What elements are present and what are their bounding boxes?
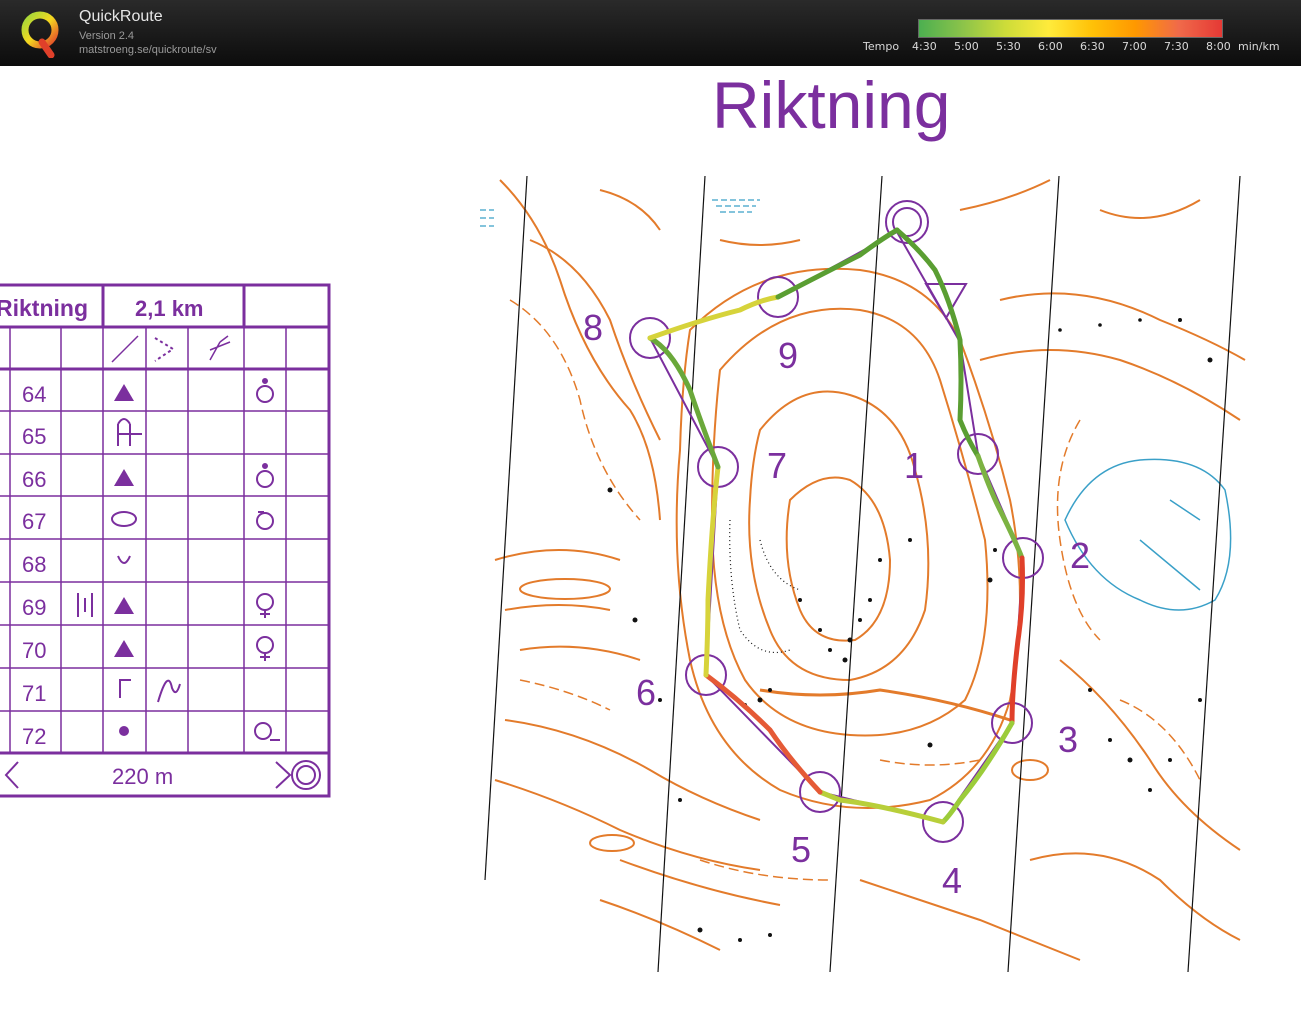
pit-icon	[117, 555, 131, 564]
control-description-sheet	[0, 283, 331, 798]
control-number: 7	[767, 445, 787, 486]
sheet-control-code: 69	[22, 595, 46, 620]
knoll-icon	[114, 469, 134, 486]
app-title: QuickRoute	[79, 8, 163, 25]
control-number: 8	[583, 307, 603, 348]
control-number: 3	[1058, 719, 1078, 760]
sheet-finish-distance: 220 m	[112, 764, 173, 789]
control-number: 6	[636, 672, 656, 713]
sheet-control-code: 71	[22, 681, 46, 706]
tempo-tick: 5:30	[996, 40, 1021, 53]
sheet-control-code: 66	[22, 467, 46, 492]
app-header: QuickRoute Version 2.4 matstroeng.se/qui…	[0, 0, 1301, 66]
control-number: 1	[904, 445, 924, 486]
sheet-course-length: 2,1 km	[135, 296, 204, 321]
quickroute-logo-icon	[21, 11, 59, 58]
sheet-control-code: 70	[22, 638, 46, 663]
tempo-tick: 4:30	[912, 40, 937, 53]
tempo-tick: 5:00	[954, 40, 979, 53]
tempo-scale: Tempo 4:30 5:00 5:30 6:00 6:30 7:00 7:30…	[860, 18, 1290, 60]
sheet-control-code: 65	[22, 424, 46, 449]
tempo-tick: 6:30	[1080, 40, 1105, 53]
app-url: matstroeng.se/quickroute/sv	[79, 44, 217, 56]
sheet-course-name: Riktning	[0, 295, 88, 321]
orienteering-map[interactable]: Riktning Riktning 2,1 km 220 m 64 65 66 …	[0, 66, 1301, 1027]
map-area: 1 2 3 4 5 6 7 8 9	[480, 175, 1246, 973]
tempo-label: Tempo	[863, 40, 900, 53]
sheet-control-code: 72	[22, 724, 46, 749]
tempo-tick: 7:30	[1164, 40, 1189, 53]
tempo-unit: min/km	[1238, 40, 1280, 53]
depression-icon	[111, 511, 137, 527]
tempo-tick: 6:00	[1038, 40, 1063, 53]
knoll-icon	[114, 597, 134, 614]
sheet-control-code: 68	[22, 552, 46, 577]
tempo-color-bar	[918, 19, 1223, 38]
map-title: Riktning	[712, 68, 950, 142]
control-number: 4	[942, 860, 962, 901]
control-number: 2	[1070, 535, 1090, 576]
knoll-icon	[114, 640, 134, 657]
knoll-icon	[114, 384, 134, 401]
app-version: Version 2.4	[79, 30, 135, 42]
sheet-control-code: 67	[22, 509, 46, 534]
sheet-control-code: 64	[22, 382, 46, 407]
control-number: 5	[791, 829, 811, 870]
tempo-tick: 8:00	[1206, 40, 1231, 53]
tempo-tick: 7:00	[1122, 40, 1147, 53]
control-number: 9	[778, 335, 798, 376]
control-numbers: 1 2 3 4 5 6 7 8 9	[583, 307, 1090, 901]
